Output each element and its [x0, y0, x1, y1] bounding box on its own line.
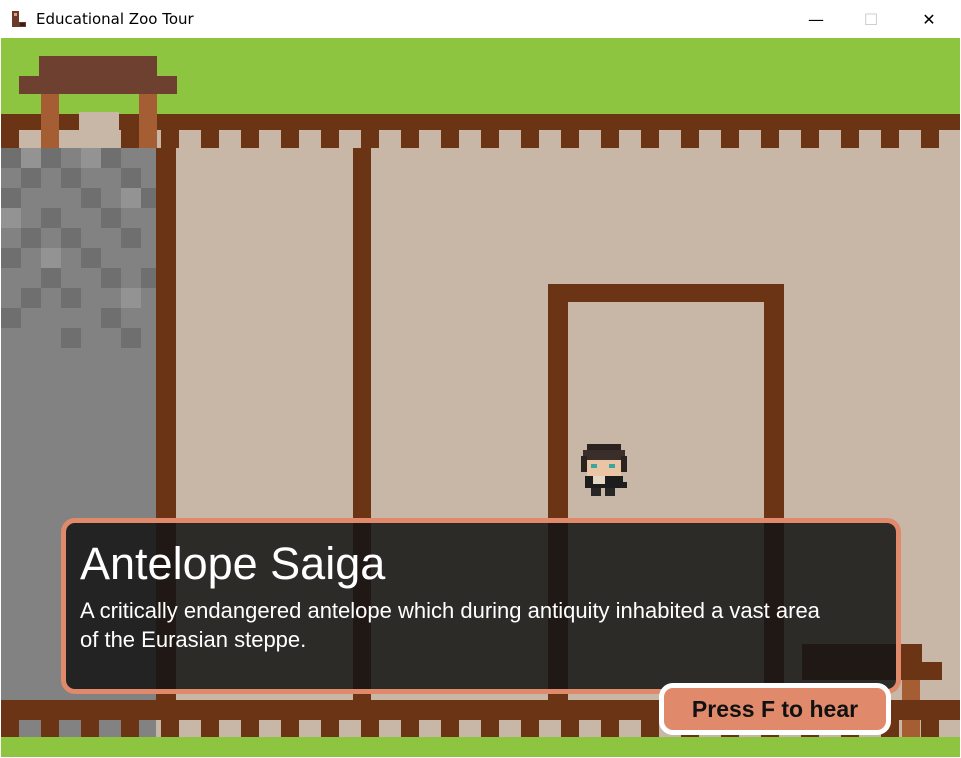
gate-post-left	[41, 94, 59, 148]
title-bar: Educational Zoo Tour — ☐ ✕	[0, 0, 961, 38]
animal-name: Antelope Saiga	[80, 538, 386, 589]
gate-roof	[39, 56, 157, 76]
gate-opening	[79, 112, 119, 148]
maximize-icon[interactable]: ☐	[848, 0, 894, 38]
grass-bottom	[1, 737, 960, 757]
gate-roof-lower	[19, 76, 177, 94]
enclosure-top	[548, 284, 784, 302]
gate-post-right	[139, 94, 157, 148]
hear-button[interactable]: Press F to hear	[659, 683, 891, 735]
close-icon[interactable]: ✕	[906, 0, 952, 38]
animal-description: A critically endangered antelope which d…	[80, 598, 820, 652]
window-title: Educational Zoo Tour	[36, 10, 194, 28]
player-character	[581, 444, 627, 496]
app-icon	[12, 11, 26, 27]
minimize-icon[interactable]: —	[793, 0, 839, 38]
